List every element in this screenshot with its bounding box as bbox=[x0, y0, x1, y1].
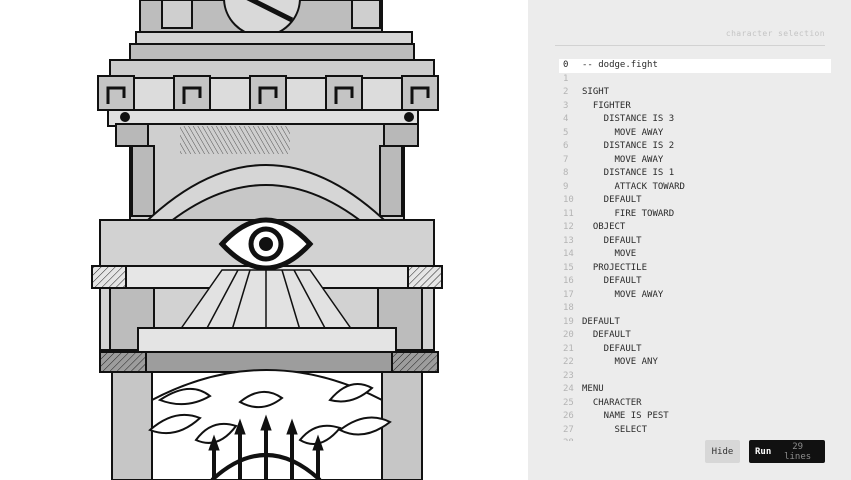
line-number: 4 bbox=[563, 114, 569, 124]
code-text: DEFAULT bbox=[582, 235, 642, 246]
code-text: DISTANCE IS 3 bbox=[582, 114, 675, 124]
code-text: DEFAULT bbox=[582, 316, 620, 327]
code-text: MOVE AWAY bbox=[582, 127, 664, 138]
code-line[interactable]: 3 FIGHTER bbox=[559, 100, 831, 114]
code-text: MOVE bbox=[582, 249, 637, 259]
code-text: NAME IS PEST bbox=[582, 411, 669, 421]
code-text: DISTANCE IS 2 bbox=[582, 141, 675, 151]
tower-illustration bbox=[0, 0, 528, 480]
code-line[interactable]: 14 MOVE bbox=[559, 248, 831, 262]
code-text: FIRE TOWARD bbox=[582, 208, 675, 219]
line-number: 17 bbox=[563, 289, 574, 300]
line-number: 20 bbox=[563, 330, 574, 340]
code-text: DEFAULT bbox=[582, 276, 642, 286]
line-number: 11 bbox=[563, 208, 574, 219]
line-number: 0 bbox=[563, 60, 569, 70]
line-number: 12 bbox=[563, 222, 574, 232]
line-number: 13 bbox=[563, 235, 574, 246]
line-number: 15 bbox=[563, 262, 574, 273]
code-line[interactable]: 10 DEFAULT bbox=[559, 194, 831, 208]
code-line[interactable]: 20 DEFAULT bbox=[559, 329, 831, 343]
panel-title: character selection bbox=[725, 29, 825, 38]
line-number: 19 bbox=[563, 316, 574, 327]
code-line[interactable]: 12 OBJECT bbox=[559, 221, 831, 235]
code-line[interactable]: 19 DEFAULT bbox=[559, 316, 831, 330]
code-line[interactable]: 11 FIRE TOWARD bbox=[559, 208, 831, 222]
line-number: 5 bbox=[563, 127, 569, 138]
code-text: DISTANCE IS 1 bbox=[582, 168, 675, 178]
code-text: -- dodge.fight bbox=[582, 60, 658, 70]
line-number: 23 bbox=[563, 370, 574, 381]
line-number: 24 bbox=[563, 384, 574, 394]
code-text: CHARACTER bbox=[582, 397, 642, 408]
code-text: OBJECT bbox=[582, 222, 626, 232]
code-panel: character selection 0 -- dodge.fight 1 2 SIG… bbox=[528, 0, 851, 480]
line-number: 6 bbox=[563, 141, 569, 151]
code-editor[interactable]: 0 -- dodge.fight 1 2 SIGHT 3 FIGHTER 4 DISTANC… bbox=[559, 59, 831, 441]
line-number: 10 bbox=[563, 195, 574, 205]
line-number: 21 bbox=[563, 343, 574, 354]
code-text: PROJECTILE bbox=[582, 262, 648, 273]
run-button[interactable]: Run 29 lines bbox=[749, 440, 825, 463]
code-text: MENU bbox=[582, 384, 604, 394]
code-line[interactable]: 7 MOVE AWAY bbox=[559, 154, 831, 168]
line-number: 16 bbox=[563, 276, 574, 286]
divider bbox=[555, 45, 825, 46]
code-line[interactable]: 26 NAME IS PEST bbox=[559, 410, 831, 424]
code-line[interactable]: 2 SIGHT bbox=[559, 86, 831, 100]
code-line[interactable]: 18 bbox=[559, 302, 831, 316]
line-number: 2 bbox=[563, 87, 569, 97]
line-number: 27 bbox=[563, 424, 574, 435]
line-number: 25 bbox=[563, 397, 574, 408]
code-line[interactable]: 24 MENU bbox=[559, 383, 831, 397]
run-button-label: Run bbox=[755, 446, 772, 457]
code-line[interactable]: 9 ATTACK TOWARD bbox=[559, 181, 831, 195]
code-line[interactable]: 15 PROJECTILE bbox=[559, 262, 831, 276]
code-line[interactable]: 27 SELECT bbox=[559, 424, 831, 438]
line-number: 8 bbox=[563, 168, 569, 178]
code-line[interactable]: 16 DEFAULT bbox=[559, 275, 831, 289]
code-line[interactable]: 21 DEFAULT bbox=[559, 343, 831, 357]
code-line[interactable]: 5 MOVE AWAY bbox=[559, 127, 831, 141]
code-text: MOVE ANY bbox=[582, 357, 658, 367]
code-line[interactable]: 8 DISTANCE IS 1 bbox=[559, 167, 831, 181]
code-text: DEFAULT bbox=[582, 330, 631, 340]
code-text: SIGHT bbox=[582, 87, 610, 97]
stone-tower-drawing bbox=[91, 0, 443, 480]
line-number: 18 bbox=[563, 303, 574, 313]
code-line[interactable]: 4 DISTANCE IS 3 bbox=[559, 113, 831, 127]
code-text: DEFAULT bbox=[582, 195, 642, 205]
line-number: 1 bbox=[563, 73, 569, 84]
code-text: MOVE AWAY bbox=[582, 154, 664, 165]
code-line[interactable]: 13 DEFAULT bbox=[559, 235, 831, 249]
line-number: 7 bbox=[563, 154, 569, 165]
line-number: 3 bbox=[563, 100, 569, 111]
code-line[interactable]: 22 MOVE ANY bbox=[559, 356, 831, 370]
line-number: 14 bbox=[563, 249, 574, 259]
code-line[interactable]: 6 DISTANCE IS 2 bbox=[559, 140, 831, 154]
code-text: ATTACK TOWARD bbox=[582, 181, 685, 192]
code-text: SELECT bbox=[582, 424, 648, 435]
code-text: DEFAULT bbox=[582, 343, 642, 354]
line-count: 29 lines bbox=[784, 441, 812, 462]
hide-button[interactable]: Hide bbox=[705, 440, 740, 463]
line-number: 26 bbox=[563, 411, 574, 421]
line-number: 9 bbox=[563, 181, 569, 192]
code-text: MOVE AWAY bbox=[582, 289, 664, 300]
code-line[interactable]: 17 MOVE AWAY bbox=[559, 289, 831, 303]
code-line[interactable]: 1 bbox=[559, 73, 831, 87]
line-number: 22 bbox=[563, 357, 574, 367]
line-number: 28 bbox=[559, 437, 581, 441]
code-line[interactable]: 23 bbox=[559, 370, 831, 384]
code-line[interactable]: 25 CHARACTER bbox=[559, 397, 831, 411]
code-text: FIGHTER bbox=[582, 100, 631, 111]
code-line-active[interactable]: 0 -- dodge.fight bbox=[559, 59, 831, 73]
